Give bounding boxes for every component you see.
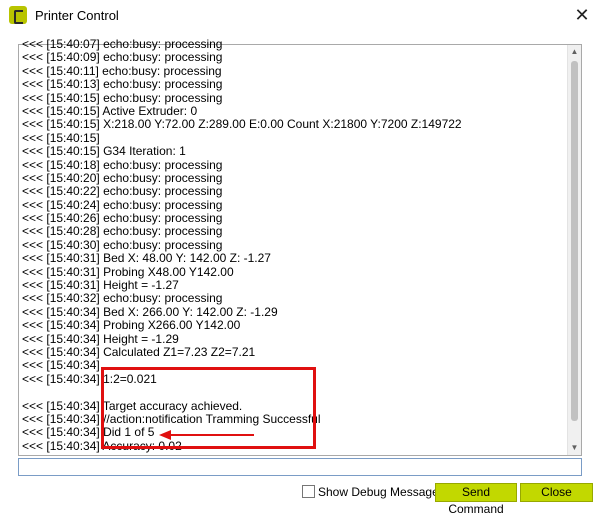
console-line: <<< [15:40:26] echo:busy: processing	[22, 211, 223, 226]
console-line: <<< [15:40:15]	[22, 130, 100, 145]
highlight-arrow-shaft	[170, 434, 254, 436]
command-input[interactable]	[18, 458, 582, 476]
window-title: Printer Control	[35, 8, 119, 23]
console-line: <<< [15:40:09] echo:busy: processing	[22, 50, 223, 65]
console-line: <<< [15:40:13] echo:busy: processing	[22, 77, 223, 92]
scroll-thumb[interactable]	[571, 61, 578, 421]
printer-control-window: Printer Control ✕ <<< [15:40:07] echo:bu…	[0, 0, 600, 516]
console-line: <<< [15:40:15] echo:busy: processing	[22, 90, 223, 105]
show-debug-label: Show Debug Messages	[318, 485, 445, 499]
console-line: <<< [15:40:32] echo:busy: processing	[22, 291, 223, 306]
close-window-button[interactable]: ✕	[571, 5, 593, 25]
close-button[interactable]: Close	[520, 483, 593, 502]
console-line: <<< [15:40:34] Calculated Z1=7.23 Z2=7.2…	[22, 344, 256, 359]
arrow-left-icon	[159, 430, 171, 440]
highlight-box	[101, 367, 316, 449]
console-line: <<< [15:40:28] echo:busy: processing	[22, 224, 223, 239]
console-line: <<< [15:40:15] G34 Iteration: 1	[22, 144, 186, 159]
console-line: <<< [15:40:31] Bed X: 48.00 Y: 142.00 Z:…	[22, 251, 271, 266]
console-line: <<< [15:40:31] Probing X48.00 Y142.00	[22, 264, 234, 279]
console-line: <<< [15:40:18] echo:busy: processing	[22, 157, 223, 172]
console-line: <<< [15:40:24] echo:busy: processing	[22, 197, 223, 212]
console-line: <<< [15:40:34] Probing X266.00 Y142.00	[22, 318, 241, 333]
console-line: <<< [15:40:34] Height = -1.29	[22, 331, 179, 346]
send-command-button[interactable]: Send Command	[435, 483, 517, 516]
scroll-up-icon[interactable]: ▲	[568, 45, 581, 59]
console-line: <<< [15:40:31] Height = -1.27	[22, 278, 179, 293]
cura-logo-icon	[9, 6, 27, 24]
scroll-down-icon[interactable]: ▼	[568, 441, 581, 455]
console-line: <<< [15:40:20] echo:busy: processing	[22, 170, 223, 185]
title-bar: Printer Control ✕	[0, 0, 600, 31]
console-scrollbar[interactable]: ▲ ▼	[567, 45, 581, 455]
console-line: <<< [15:40:30] echo:busy: processing	[22, 237, 223, 252]
show-debug-checkbox[interactable]	[302, 485, 315, 498]
console-line: <<< [15:40:11] echo:busy: processing	[22, 63, 222, 78]
console-line: <<< [15:40:22] echo:busy: processing	[22, 184, 223, 199]
console-line: <<< [15:40:15] X:218.00 Y:72.00 Z:289.00…	[22, 117, 462, 132]
console-line: <<< [15:40:15] Active Extruder: 0	[22, 103, 198, 118]
console-line: <<< [15:40:07] echo:busy: processing	[22, 38, 223, 51]
console-line: <<< [15:40:34] Bed X: 266.00 Y: 142.00 Z…	[22, 304, 278, 319]
